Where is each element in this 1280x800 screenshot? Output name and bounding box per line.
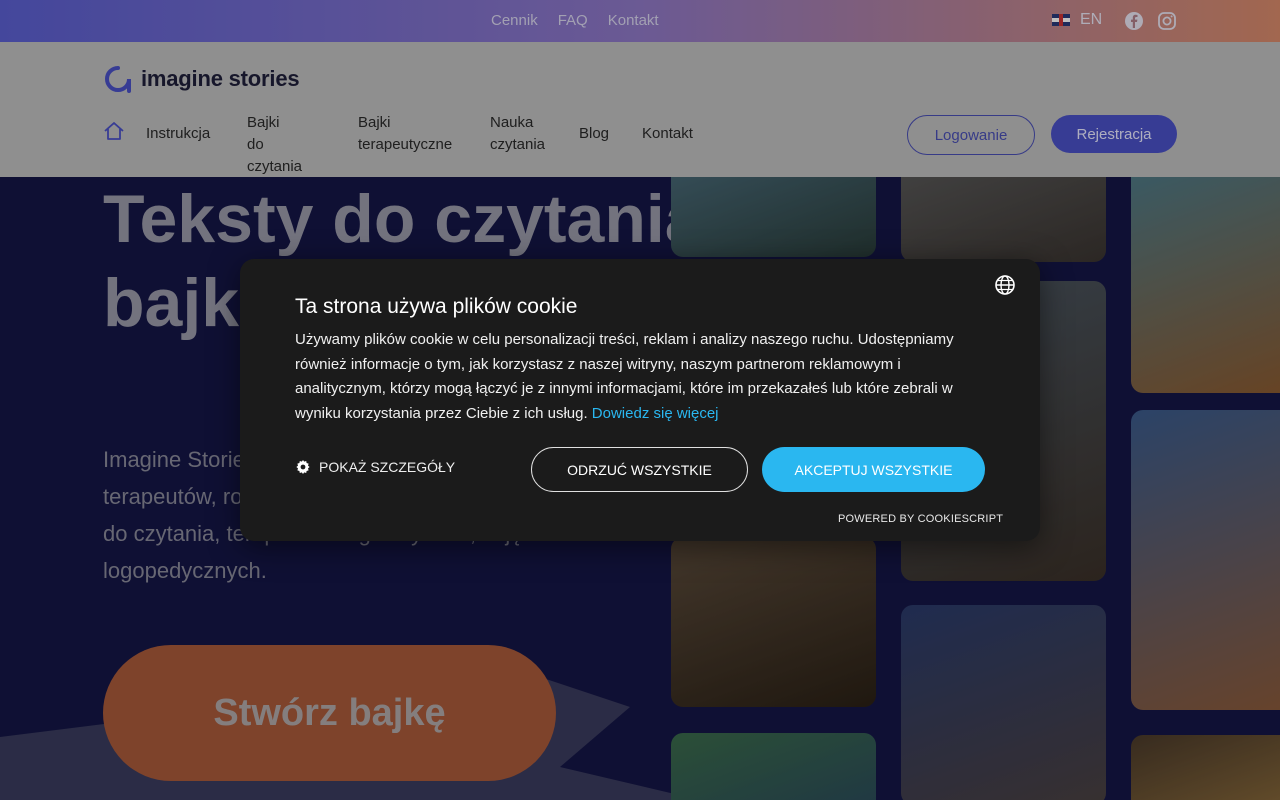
globe-icon[interactable]: [994, 274, 1016, 296]
accept-all-button[interactable]: AKCEPTUJ WSZYSTKIE: [762, 447, 985, 492]
logo-text: imagine stories: [141, 66, 300, 91]
nav-label-line: do czytania: [247, 136, 303, 175]
story-image-ship: [671, 177, 876, 257]
story-image-boy: [1131, 735, 1280, 800]
nav-bajki-do-czytania[interactable]: Bajki do czytania: [247, 112, 302, 178]
language-label: EN: [1080, 11, 1103, 28]
login-button[interactable]: Logowanie: [907, 115, 1035, 155]
nav-instrukcja-label: Instrukcja: [146, 125, 211, 142]
nav-bajki-terapeutyczne[interactable]: Bajki terapeutyczne: [358, 112, 452, 156]
nav-label-line: Bajki: [358, 114, 391, 131]
nav-label-line: Bajki: [247, 114, 280, 131]
reject-all-button[interactable]: ODRZUĆ WSZYSTKIE: [531, 447, 748, 492]
cookie-text: Używamy plików cookie w celu personaliza…: [295, 328, 995, 426]
uk-flag-icon: [1052, 14, 1070, 26]
language-switcher[interactable]: EN: [1052, 11, 1102, 29]
story-image-children: [1131, 410, 1280, 710]
create-story-button[interactable]: Stwórz bajkę: [103, 645, 556, 781]
nav-blog[interactable]: Blog: [579, 123, 609, 145]
story-image-dragon: [671, 733, 876, 800]
nav-label-line: Nauka: [490, 114, 534, 131]
instagram-icon[interactable]: [1157, 11, 1177, 31]
top-bar: Cennik FAQ Kontakt EN: [0, 0, 1280, 42]
nav-label-line: czytania: [490, 136, 546, 153]
nav-instrukcja[interactable]: Instrukcja: [146, 123, 210, 145]
facebook-icon[interactable]: [1124, 11, 1144, 31]
home-icon[interactable]: [103, 120, 125, 142]
top-link-cennik[interactable]: Cennik: [491, 12, 538, 29]
story-image-tracks: [901, 177, 1106, 262]
nav-blog-label: Blog: [579, 125, 610, 142]
show-details-toggle[interactable]: POKAŻ SZCZEGÓŁY: [295, 459, 455, 475]
gear-icon: [296, 460, 310, 474]
site-header: imagine stories Instrukcja Bajki do czyt…: [0, 42, 1280, 177]
nav-nauka-czytania[interactable]: Nauka czytania: [490, 112, 545, 156]
powered-by-label[interactable]: POWERED BY COOKIESCRIPT: [838, 513, 1003, 525]
cookie-consent-dialog: Ta strona używa plików cookie Używamy pl…: [240, 259, 1040, 541]
top-link-faq[interactable]: FAQ: [558, 12, 588, 29]
logo-mark-icon: [105, 66, 131, 93]
nav-kontakt-label: Kontakt: [642, 125, 693, 142]
learn-more-link[interactable]: Dowiedz się więcej: [592, 405, 719, 422]
register-button[interactable]: Rejestracja: [1051, 115, 1177, 153]
nav-label-line: terapeutyczne: [358, 136, 453, 153]
story-image-wizard: [901, 605, 1106, 800]
nav-kontakt[interactable]: Kontakt: [642, 123, 693, 145]
top-link-kontakt[interactable]: Kontakt: [608, 12, 659, 29]
cookie-title: Ta strona używa plików cookie: [295, 295, 578, 318]
top-links: Cennik FAQ Kontakt: [491, 12, 659, 29]
logo[interactable]: imagine stories: [103, 64, 300, 94]
show-details-label: POKAŻ SZCZEGÓŁY: [319, 459, 456, 475]
story-image-girl: [1131, 177, 1280, 393]
story-image-dog: [671, 537, 876, 707]
